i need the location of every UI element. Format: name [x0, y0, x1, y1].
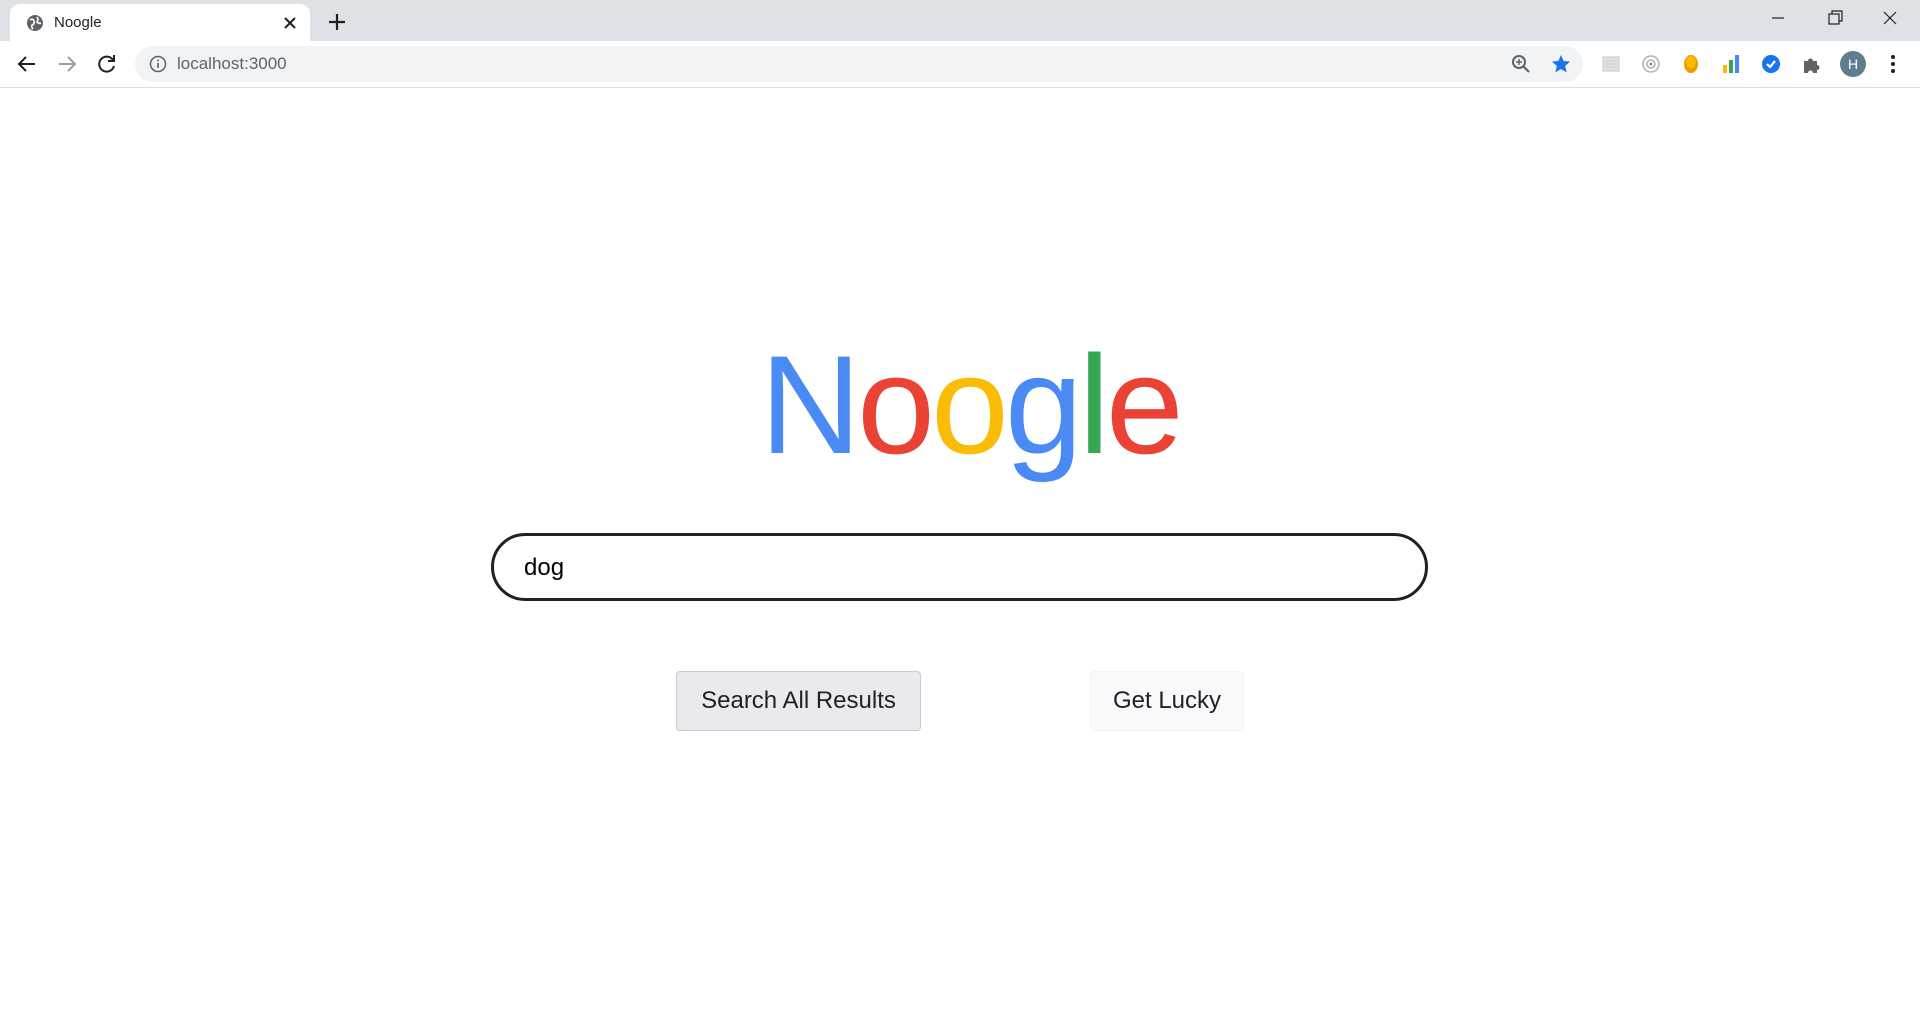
logo-letter: e — [1105, 326, 1184, 483]
profile-avatar[interactable]: H — [1840, 51, 1866, 77]
forward-arrow-icon[interactable] — [52, 49, 82, 79]
minimize-icon[interactable] — [1750, 0, 1806, 36]
check-extension-icon[interactable] — [1760, 53, 1782, 75]
target-extension-icon[interactable] — [1640, 53, 1662, 75]
browser-tab[interactable]: Noogle — [10, 4, 310, 41]
logo-letter: N — [760, 326, 861, 483]
search-input[interactable] — [524, 550, 1384, 586]
tab-strip: Noogle — [0, 0, 1920, 41]
tab-title: Noogle — [54, 14, 102, 31]
zoom-icon[interactable] — [1510, 53, 1532, 75]
honey-extension-icon[interactable] — [1680, 53, 1702, 75]
logo-letter: g — [1004, 326, 1083, 483]
get-lucky-button[interactable]: Get Lucky — [1090, 671, 1244, 731]
noogle-logo: Noogle — [760, 325, 1184, 485]
puzzle-extensions-icon[interactable] — [1800, 53, 1822, 75]
url-text: localhost:3000 — [177, 54, 287, 73]
address-bar[interactable]: localhost:3000 — [135, 46, 1583, 82]
logo-letter: o — [857, 326, 935, 483]
info-icon[interactable] — [149, 55, 167, 73]
reload-icon[interactable] — [92, 49, 122, 79]
close-window-icon[interactable] — [1862, 0, 1918, 36]
search-all-results-button[interactable]: Search All Results — [676, 671, 921, 731]
new-tab-icon[interactable] — [324, 9, 350, 35]
search-box[interactable] — [491, 533, 1428, 601]
browser-toolbar: localhost:3000 H — [0, 41, 1920, 88]
globe-icon — [27, 15, 43, 31]
close-tab-icon[interactable] — [280, 13, 300, 33]
extension-icon[interactable] — [1600, 53, 1622, 75]
more-menu-icon[interactable] — [1882, 53, 1904, 75]
bookmark-star-icon[interactable] — [1550, 53, 1572, 75]
back-arrow-icon[interactable] — [12, 49, 42, 79]
restore-icon[interactable] — [1806, 0, 1862, 36]
chart-extension-icon[interactable] — [1720, 53, 1742, 75]
logo-letter: l — [1078, 326, 1110, 483]
logo-letter: o — [930, 326, 1009, 483]
